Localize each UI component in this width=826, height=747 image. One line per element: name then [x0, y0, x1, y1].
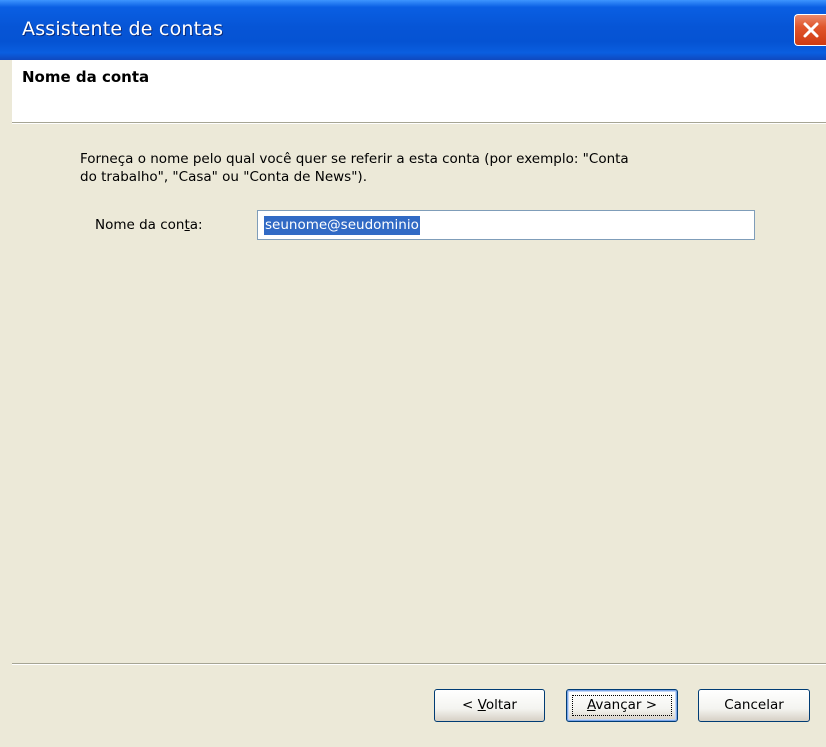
back-button[interactable]: < Voltar	[434, 689, 545, 722]
page-title: Nome da conta	[22, 68, 150, 86]
close-button[interactable]	[794, 14, 826, 46]
footer-divider-highlight	[12, 664, 826, 665]
account-name-label: Nome da conta:	[95, 217, 203, 233]
account-name-input[interactable]: seunome@seudominio	[257, 210, 755, 240]
wizard-header: Nome da conta	[12, 60, 826, 122]
close-icon	[803, 22, 819, 38]
title-bar[interactable]: Assistente de contas	[0, 0, 826, 60]
account-wizard-window: Assistente de contas Nome da conta Forne…	[0, 0, 826, 747]
back-button-label: oltar	[485, 697, 517, 713]
header-divider-highlight	[12, 123, 826, 124]
back-button-prefix: <	[462, 697, 478, 713]
instructions-line-2: do trabalho", "Casa" ou "Conta de News")…	[80, 169, 367, 185]
account-name-label-end: a:	[189, 217, 203, 233]
back-button-accelerator: V	[477, 697, 486, 713]
cancel-button[interactable]: Cancelar	[698, 689, 810, 722]
account-name-label-start: Nome da con	[95, 217, 185, 233]
account-name-value: seunome@seudominio	[264, 216, 420, 235]
instructions-text: Forneça o nome pelo qual você quer se re…	[80, 150, 770, 186]
focus-ring	[572, 695, 672, 716]
next-button[interactable]: Avançar >	[566, 689, 678, 722]
window-title: Assistente de contas	[22, 18, 224, 40]
instructions-line-1: Forneça o nome pelo qual você quer se re…	[80, 151, 629, 167]
